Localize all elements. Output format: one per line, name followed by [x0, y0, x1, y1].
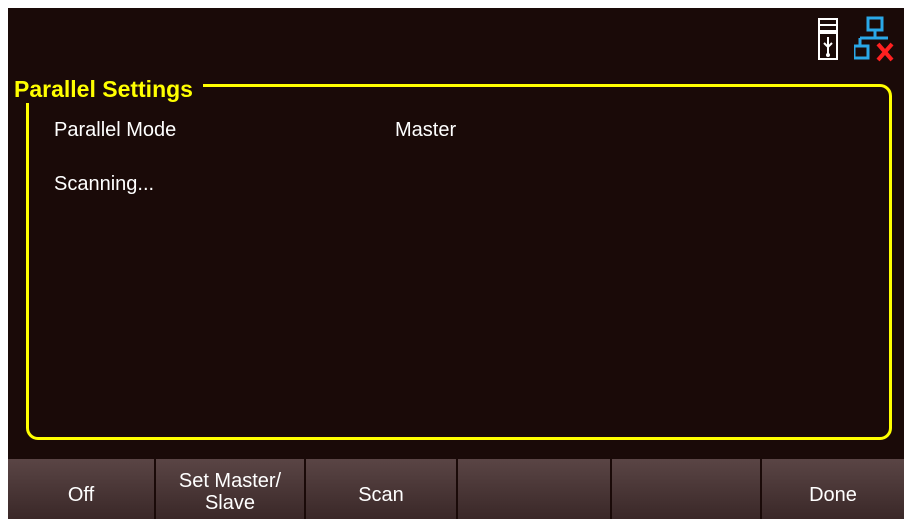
softkey-empty-4[interactable]: [458, 459, 612, 519]
instrument-screen: Parallel Settings Parallel Mode Master S…: [8, 8, 904, 519]
softkey-empty-5[interactable]: [612, 459, 762, 519]
scan-status-text: Scanning...: [54, 173, 155, 195]
panel-title: Parallel Settings: [10, 75, 203, 103]
softkey-scan[interactable]: Scan: [306, 459, 458, 519]
usb-icon: [818, 18, 838, 60]
softkey-done[interactable]: Done: [762, 459, 904, 519]
softkey-label-line1: Set Master/: [178, 470, 282, 492]
softkey-off[interactable]: Off: [8, 459, 156, 519]
softkey-bar: Off Set Master/ Slave Scan Done: [8, 459, 904, 519]
softkey-label: Done: [809, 484, 857, 506]
softkey-label-line2: Slave: [204, 492, 255, 514]
status-icons: [804, 16, 904, 68]
lan-disconnected-icon: [854, 16, 894, 62]
softkey-label: Scan: [358, 484, 404, 506]
softkey-label: Off: [67, 484, 95, 506]
parallel-mode-label: Parallel Mode: [54, 119, 177, 141]
parallel-mode-value[interactable]: Master: [395, 118, 456, 142]
softkey-set-master-slave[interactable]: Set Master/ Slave: [156, 459, 306, 519]
